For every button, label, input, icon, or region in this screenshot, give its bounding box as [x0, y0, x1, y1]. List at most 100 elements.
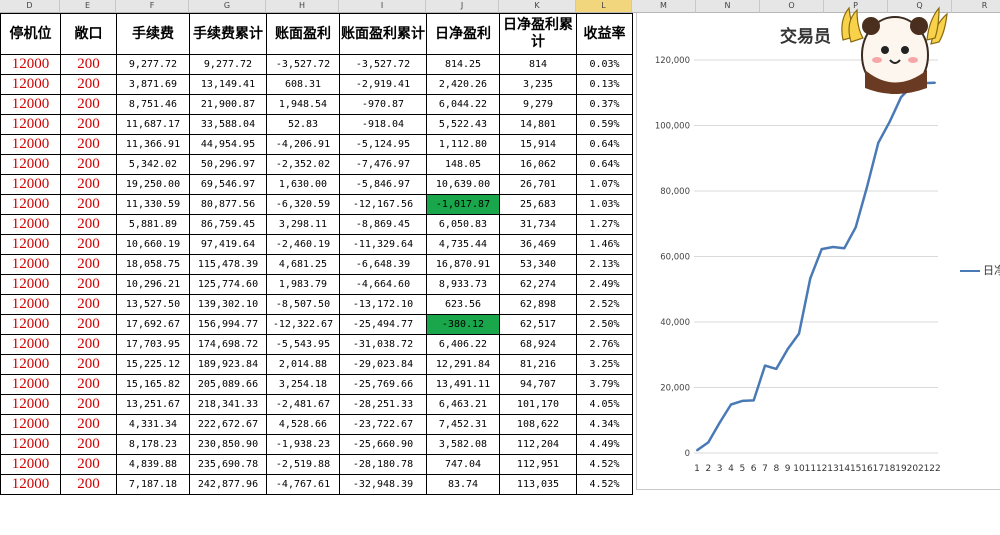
table-cell[interactable]: 112,204: [499, 434, 577, 455]
table-cell[interactable]: -3,527.72: [339, 54, 427, 75]
table-cell[interactable]: 125,774.60: [189, 274, 267, 295]
column-header-l[interactable]: L: [576, 0, 632, 13]
table-cell[interactable]: 3,582.08: [426, 434, 500, 455]
table-cell[interactable]: 11,330.59: [116, 194, 190, 215]
table-cell[interactable]: 13,149.41: [189, 74, 267, 95]
header-cell[interactable]: 账面盈利累计: [339, 13, 427, 55]
table-cell[interactable]: -8,507.50: [266, 294, 340, 315]
table-cell[interactable]: 8,751.46: [116, 94, 190, 115]
table-cell[interactable]: 52.83: [266, 114, 340, 135]
table-cell[interactable]: 1.03%: [576, 194, 633, 215]
table-cell[interactable]: 148.05: [426, 154, 500, 175]
table-cell[interactable]: 26,701: [499, 174, 577, 195]
table-cell[interactable]: 33,588.04: [189, 114, 267, 135]
table-cell[interactable]: 200: [60, 294, 117, 315]
table-cell[interactable]: 200: [60, 74, 117, 95]
table-cell[interactable]: 242,877.96: [189, 474, 267, 495]
table-cell[interactable]: 200: [60, 114, 117, 135]
table-cell[interactable]: -4,767.61: [266, 474, 340, 495]
table-cell[interactable]: -28,251.33: [339, 394, 427, 415]
table-cell[interactable]: 11,366.91: [116, 134, 190, 155]
table-cell[interactable]: -29,023.84: [339, 354, 427, 375]
table-cell[interactable]: 4.34%: [576, 414, 633, 435]
table-cell[interactable]: 747.04: [426, 454, 500, 475]
table-cell[interactable]: 12000: [0, 234, 61, 255]
table-cell[interactable]: 4.52%: [576, 474, 633, 495]
table-cell[interactable]: 10,296.21: [116, 274, 190, 295]
table-cell[interactable]: 12000: [0, 174, 61, 195]
table-cell[interactable]: 230,850.90: [189, 434, 267, 455]
table-cell[interactable]: 200: [60, 274, 117, 295]
table-cell[interactable]: 3.79%: [576, 374, 633, 395]
table-cell[interactable]: 13,491.11: [426, 374, 500, 395]
table-cell[interactable]: -970.87: [339, 94, 427, 115]
table-cell[interactable]: 12000: [0, 374, 61, 395]
table-cell[interactable]: 21,900.87: [189, 94, 267, 115]
table-cell[interactable]: 200: [60, 194, 117, 215]
column-header-i[interactable]: I: [339, 0, 426, 13]
table-cell[interactable]: 0.13%: [576, 74, 633, 95]
table-cell[interactable]: 200: [60, 314, 117, 335]
table-cell[interactable]: 4.49%: [576, 434, 633, 455]
table-cell[interactable]: 16,870.91: [426, 254, 500, 275]
table-cell[interactable]: -918.04: [339, 114, 427, 135]
table-cell[interactable]: 174,698.72: [189, 334, 267, 355]
table-cell[interactable]: 4,528.66: [266, 414, 340, 435]
table-cell[interactable]: 0.03%: [576, 54, 633, 75]
table-cell[interactable]: -5,543.95: [266, 334, 340, 355]
table-cell[interactable]: -4,206.91: [266, 134, 340, 155]
table-cell[interactable]: 12000: [0, 274, 61, 295]
table-cell[interactable]: -2,519.88: [266, 454, 340, 475]
table-cell[interactable]: -12,167.56: [339, 194, 427, 215]
table-cell[interactable]: 17,692.67: [116, 314, 190, 335]
table-cell[interactable]: -32,948.39: [339, 474, 427, 495]
table-cell[interactable]: 139,302.10: [189, 294, 267, 315]
table-cell[interactable]: -25,769.66: [339, 374, 427, 395]
table-cell[interactable]: -5,846.97: [339, 174, 427, 195]
table-cell[interactable]: -12,322.67: [266, 314, 340, 335]
table-cell[interactable]: 2.49%: [576, 274, 633, 295]
table-cell[interactable]: 189,923.84: [189, 354, 267, 375]
table-cell[interactable]: 0.37%: [576, 94, 633, 115]
table-cell[interactable]: 814.25: [426, 54, 500, 75]
table-cell[interactable]: 13,527.50: [116, 294, 190, 315]
table-cell[interactable]: 4,735.44: [426, 234, 500, 255]
table-cell[interactable]: 235,690.78: [189, 454, 267, 475]
table-cell[interactable]: 80,877.56: [189, 194, 267, 215]
header-cell[interactable]: 日净盈利: [426, 13, 500, 55]
table-cell[interactable]: 10,639.00: [426, 174, 500, 195]
table-cell[interactable]: 200: [60, 454, 117, 475]
table-cell[interactable]: 2,420.26: [426, 74, 500, 95]
table-cell[interactable]: 200: [60, 174, 117, 195]
table-cell[interactable]: 12000: [0, 254, 61, 275]
table-cell[interactable]: 12,291.84: [426, 354, 500, 375]
table-cell[interactable]: 112,951: [499, 454, 577, 475]
table-cell[interactable]: 68,924: [499, 334, 577, 355]
table-cell[interactable]: 62,898: [499, 294, 577, 315]
table-cell[interactable]: 200: [60, 434, 117, 455]
table-cell[interactable]: 8,933.73: [426, 274, 500, 295]
header-cell[interactable]: 日净盈利累计: [499, 13, 577, 55]
table-cell[interactable]: 69,546.97: [189, 174, 267, 195]
table-cell[interactable]: 108,622: [499, 414, 577, 435]
header-cell[interactable]: 账面盈利: [266, 13, 340, 55]
table-cell[interactable]: -28,180.78: [339, 454, 427, 475]
table-cell[interactable]: -31,038.72: [339, 334, 427, 355]
header-cell[interactable]: 敞口: [60, 13, 117, 55]
column-header-f[interactable]: F: [116, 0, 189, 13]
table-cell[interactable]: 12000: [0, 454, 61, 475]
table-cell[interactable]: 7,452.31: [426, 414, 500, 435]
column-header-h[interactable]: H: [266, 0, 339, 13]
table-cell[interactable]: 7,187.18: [116, 474, 190, 495]
table-cell[interactable]: 200: [60, 394, 117, 415]
table-cell[interactable]: 12000: [0, 394, 61, 415]
table-cell[interactable]: -2,352.02: [266, 154, 340, 175]
table-cell[interactable]: 6,044.22: [426, 94, 500, 115]
header-cell[interactable]: 手续费累计: [189, 13, 267, 55]
table-cell[interactable]: 4.05%: [576, 394, 633, 415]
table-cell[interactable]: 101,170: [499, 394, 577, 415]
table-cell[interactable]: 19,250.00: [116, 174, 190, 195]
table-cell[interactable]: 200: [60, 234, 117, 255]
table-cell[interactable]: 12000: [0, 54, 61, 75]
table-cell[interactable]: 15,914: [499, 134, 577, 155]
